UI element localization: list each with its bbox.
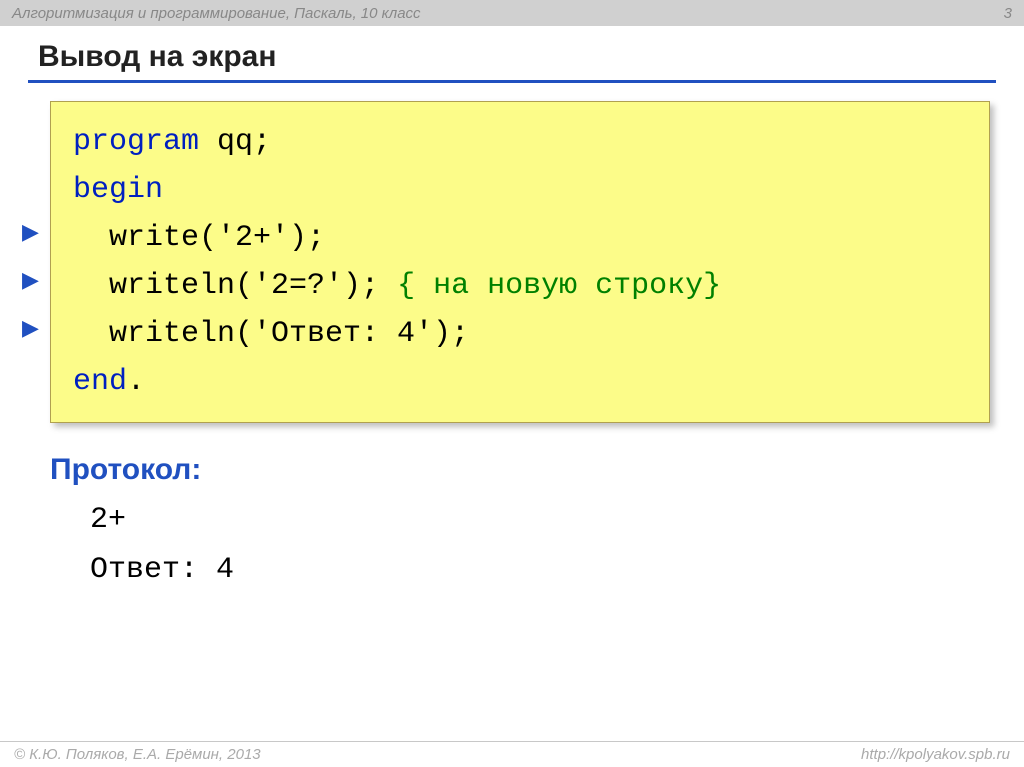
header-bar: Алгоритмизация и программирование, Паска… xyxy=(0,0,1024,26)
code-text: writeln('2=?'); xyxy=(73,269,397,303)
bullet-icon: ▶ xyxy=(22,317,39,339)
keyword: program xyxy=(73,125,199,159)
code-line: write('2+'); xyxy=(73,221,325,255)
protocol-output: 2+ Ответ: 4 xyxy=(90,495,1024,595)
footer-bar: © К.Ю. Поляков, Е.А. Ерёмин, 2013 http:/… xyxy=(0,741,1024,767)
code-line: program qq; xyxy=(73,125,271,159)
code-line: writeln('2=?'); { на новую строку} xyxy=(73,269,721,303)
code-line: end. xyxy=(73,365,145,399)
protocol-label: Протокол: xyxy=(50,453,1024,487)
slide-title: Вывод на экран xyxy=(0,26,1024,80)
code-box: program qq; begin write('2+'); writeln('… xyxy=(50,101,990,423)
output-line: Ответ: 4 xyxy=(90,553,234,587)
footer-author: © К.Ю. Поляков, Е.А. Ерёмин, 2013 xyxy=(14,746,261,763)
bullet-icon: ▶ xyxy=(22,269,39,291)
course-title: Алгоритмизация и программирование, Паска… xyxy=(12,5,421,22)
page-number: 3 xyxy=(1004,5,1012,22)
code-text: qq; xyxy=(199,125,271,159)
code-text: . xyxy=(127,365,145,399)
output-line: 2+ xyxy=(90,503,126,537)
code-line: begin xyxy=(73,173,163,207)
footer-link: http://kpolyakov.spb.ru xyxy=(861,746,1010,763)
code-area: ▶ ▶ ▶ program qq; begin write('2+'); wri… xyxy=(50,101,990,423)
code-text: writeln('Ответ: 4'); xyxy=(73,317,469,351)
keyword: begin xyxy=(73,173,163,207)
title-underline xyxy=(28,80,996,83)
keyword: end xyxy=(73,365,127,399)
bullet-icon: ▶ xyxy=(22,221,39,243)
code-line: writeln('Ответ: 4'); xyxy=(73,317,469,351)
comment: { на новую строку} xyxy=(397,269,721,303)
code-text: write('2+'); xyxy=(73,221,325,255)
